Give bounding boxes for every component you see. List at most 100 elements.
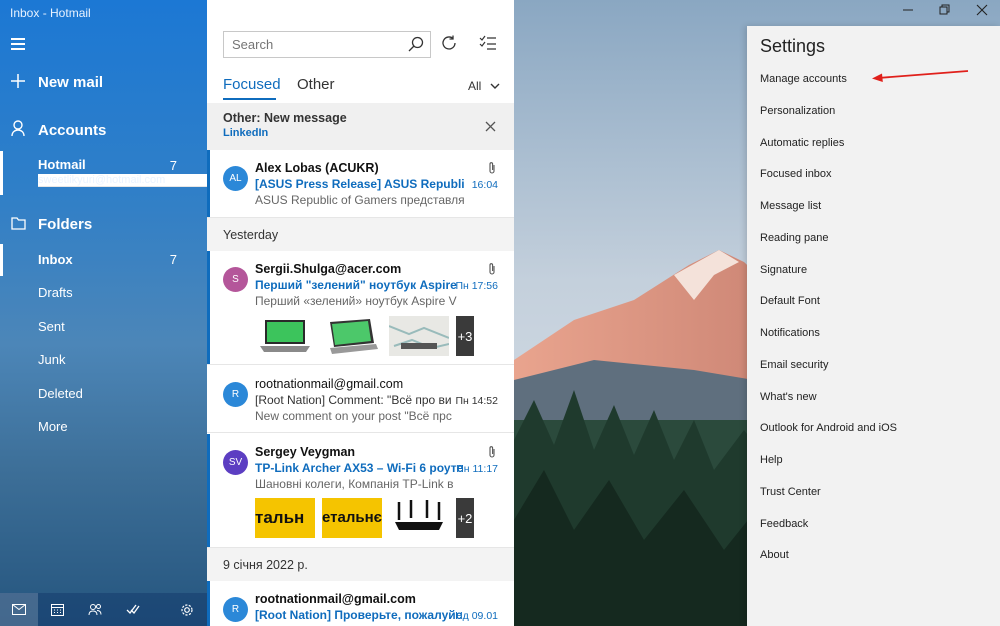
- folder-label: Deleted: [38, 386, 83, 401]
- settings-item-whats-new[interactable]: What's new: [760, 391, 817, 403]
- avatar: S: [223, 267, 248, 292]
- avatar: R: [223, 597, 248, 622]
- tab-other[interactable]: Other: [297, 76, 335, 93]
- tab-focused[interactable]: Focused: [223, 76, 281, 93]
- unread-indicator: [207, 434, 210, 547]
- mail-icon[interactable]: [0, 593, 38, 626]
- accounts-label: Accounts: [38, 122, 107, 139]
- settings-item-focused-inbox[interactable]: Focused inbox: [760, 168, 832, 180]
- folder-more[interactable]: More: [0, 411, 207, 443]
- account-unread-count: 7: [169, 158, 177, 173]
- settings-item-outlook-mobile[interactable]: Outlook for Android and iOS: [760, 422, 897, 434]
- map-thumbnail[interactable]: [388, 316, 450, 356]
- message-list-pane: Focused Other All Other: New message Lin…: [207, 0, 514, 626]
- message-time: Пн 17:56: [455, 280, 498, 292]
- todo-icon[interactable]: [114, 593, 152, 626]
- select-mode-icon[interactable]: [479, 34, 499, 54]
- more-attachments-badge[interactable]: +3: [456, 316, 474, 356]
- attachment-icon: [488, 445, 496, 464]
- minimize-icon[interactable]: [902, 4, 914, 19]
- message-sender: rootnationmail@gmail.com: [255, 592, 416, 606]
- folder-sent[interactable]: Sent: [0, 311, 207, 343]
- folder-label: Drafts: [38, 285, 73, 300]
- laptop-thumbnail[interactable]: [255, 316, 315, 356]
- notice-title: Other: New message: [223, 111, 347, 125]
- people-icon[interactable]: [76, 593, 114, 626]
- annotation-arrow: [872, 70, 969, 82]
- message-sender: Alex Lobas (ACUKR): [255, 161, 379, 175]
- message-time: 16:04: [471, 179, 498, 191]
- selection-indicator: [0, 151, 3, 195]
- folders-label: Folders: [38, 216, 93, 233]
- message-time: Нд 09.01: [455, 610, 498, 622]
- message-preview: Шановні колеги, Компанія TP-Link в: [255, 477, 454, 491]
- message-item[interactable]: SV Sergey Veygman TP-Link Archer AX53 – …: [207, 434, 514, 548]
- account-hotmail[interactable]: Hotmail sweetlikyuri@hotmail.com 7: [0, 151, 345, 195]
- avatar: SV: [223, 450, 248, 475]
- notice-sender: LinkedIn: [223, 127, 269, 139]
- settings-item-help[interactable]: Help: [760, 454, 783, 466]
- search-input[interactable]: [224, 32, 394, 57]
- settings-item-automatic-replies[interactable]: Automatic replies: [760, 137, 844, 149]
- message-subject: TP-Link Archer AX53 – Wi-Fi 6 роуте: [255, 461, 464, 475]
- thumbnail-text: тальн: [255, 508, 305, 527]
- tab-underline: [223, 98, 276, 100]
- settings-item-message-list[interactable]: Message list: [760, 200, 821, 212]
- close-icon[interactable]: [485, 119, 496, 137]
- unread-indicator: [207, 581, 210, 626]
- search-box[interactable]: [223, 31, 431, 58]
- settings-item-reading-pane[interactable]: Reading pane: [760, 232, 829, 244]
- more-attachments-badge[interactable]: +2: [456, 498, 474, 538]
- calendar-icon[interactable]: [38, 593, 76, 626]
- chevron-down-icon: [490, 83, 500, 89]
- settings-item-signature[interactable]: Signature: [760, 264, 807, 276]
- folder-drafts[interactable]: Drafts: [0, 277, 207, 309]
- other-inbox-notice[interactable]: Other: New message LinkedIn: [207, 103, 514, 150]
- settings-item-email-security[interactable]: Email security: [760, 359, 828, 371]
- folder-junk[interactable]: Junk: [0, 344, 207, 376]
- restore-icon[interactable]: [939, 4, 951, 19]
- new-mail-button[interactable]: New mail: [0, 72, 207, 93]
- message-preview: ASUS Republic of Gamers представляє н: [255, 193, 465, 207]
- close-window-icon[interactable]: [976, 4, 988, 19]
- folder-deleted[interactable]: Deleted: [0, 378, 207, 410]
- selection-indicator: [0, 244, 3, 276]
- message-subject: [ASUS Press Release] ASUS Republic of: [255, 177, 465, 191]
- message-sender: Sergey Veygman: [255, 445, 356, 459]
- banner-thumbnail[interactable]: тальн: [255, 498, 315, 538]
- settings-item-trust-center[interactable]: Trust Center: [760, 486, 821, 498]
- attachment-thumbnails: +3: [255, 316, 474, 356]
- message-sender: rootnationmail@gmail.com: [255, 377, 404, 391]
- settings-item-personalization[interactable]: Personalization: [760, 105, 835, 117]
- avatar: R: [223, 382, 248, 407]
- settings-gear-icon[interactable]: [167, 593, 207, 626]
- settings-item-about[interactable]: About: [760, 549, 789, 561]
- laptop-thumbnail[interactable]: [322, 316, 382, 356]
- settings-item-default-font[interactable]: Default Font: [760, 295, 820, 307]
- window-title: Inbox - Hotmail: [10, 6, 91, 20]
- settings-item-manage-accounts[interactable]: Manage accounts: [760, 73, 847, 85]
- filter-dropdown[interactable]: All: [468, 79, 500, 93]
- search-icon[interactable]: [408, 36, 424, 57]
- folder-icon: [0, 214, 38, 235]
- message-subject: Перший "зелений" ноутбук Aspire: [255, 278, 457, 292]
- message-item[interactable]: S Sergii.Shulga@acer.com Перший "зелений…: [207, 251, 514, 365]
- accounts-button[interactable]: Accounts: [0, 120, 207, 141]
- avatar: AL: [223, 166, 248, 191]
- navigation-pane: Inbox - Hotmail New mail Accounts Hotmai…: [0, 0, 345, 626]
- message-preview: Перший «зелений» ноутбук Aspire V: [255, 294, 457, 308]
- message-sender: Sergii.Shulga@acer.com: [255, 262, 402, 276]
- hamburger-menu-icon[interactable]: [11, 38, 25, 53]
- sync-icon[interactable]: [440, 34, 460, 54]
- date-separator-label: Yesterday: [223, 228, 279, 242]
- folder-inbox[interactable]: Inbox 7: [0, 244, 207, 276]
- message-item[interactable]: AL Alex Lobas (ACUKR) [ASUS Press Releas…: [207, 150, 514, 218]
- folders-button[interactable]: Folders: [0, 214, 207, 235]
- message-item[interactable]: R rootnationmail@gmail.com [Root Nation]…: [207, 581, 514, 626]
- settings-item-feedback[interactable]: Feedback: [760, 518, 808, 530]
- message-item[interactable]: R rootnationmail@gmail.com [Root Nation]…: [207, 366, 514, 433]
- banner-thumbnail[interactable]: етальнє: [322, 498, 382, 538]
- router-thumbnail[interactable]: [389, 498, 449, 538]
- folder-label: Sent: [38, 319, 65, 334]
- settings-item-notifications[interactable]: Notifications: [760, 327, 820, 339]
